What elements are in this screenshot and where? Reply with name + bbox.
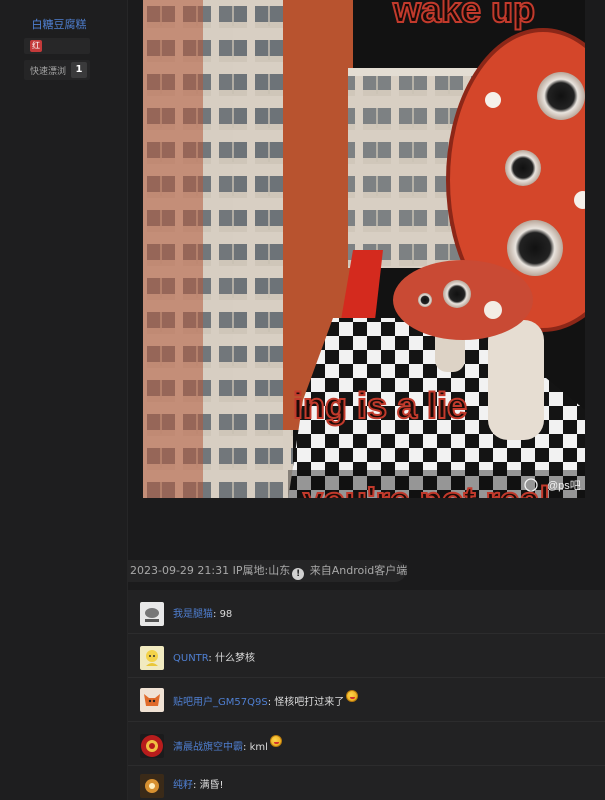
avatar[interactable] [140,734,164,758]
comment-username[interactable]: 清晨战旗空中霸 [173,742,243,753]
post-main: wake up ing is a lie you're not real @ps… [128,0,605,800]
comment-username[interactable]: 纯籽 [173,780,193,791]
post-client: 来自Android客户端 [309,564,408,577]
info-icon[interactable]: ! [292,568,305,580]
avatar[interactable] [140,774,164,798]
image-text-bottom: you're not real [303,479,550,498]
avatar[interactable] [140,688,164,712]
comment-text: 怪核吧打过来了 [274,697,345,708]
author-username[interactable]: 白糖豆腐糕 [0,16,118,32]
comment-username[interactable]: 我是腿猫 [173,609,213,620]
comment-username[interactable]: 贴吧用户_GM57Q9S [173,697,268,708]
author-badge[interactable]: 红 [24,38,90,54]
comment-list: 我是腿猫: 98 QUNTR: 什么梦核 贴吧用户_GM57Q9S: 怪核吧打过… [128,590,605,800]
author-sidebar: 白糖豆腐糕 红 快速漂浏 1 [0,0,128,800]
comment-text: 满昏! [199,780,224,791]
level-number: 1 [71,62,87,78]
image-watermark: @ps吧 [547,480,581,492]
dreamcore-collage-image: wake up ing is a lie you're not real @ps… [143,0,585,498]
comment-item: 我是腿猫: 98 [128,590,605,634]
avatar[interactable] [140,646,164,670]
comment-item: 纯籽: 满昏! [128,766,605,800]
post-image[interactable]: wake up ing is a lie you're not real @ps… [143,0,585,498]
post-datetime: 2023-09-29 21:31 [130,564,230,577]
image-text-top: wake up [392,0,535,30]
avatar[interactable] [140,602,164,626]
post-ip-location: IP属地:山东 [232,564,291,577]
comment-item: 贴吧用户_GM57Q9S: 怪核吧打过来了 [128,678,605,722]
image-text-mid: ing is a lie [293,385,467,426]
badge-icon: 红 [30,40,42,52]
smile-emoji-icon [269,735,282,747]
comment-text: 98 [219,609,233,620]
comment-item: 清晨战旗空中霸: kml [128,722,605,766]
level-name: 快速漂浏 [30,67,67,77]
comment-username[interactable]: QUNTR [173,653,208,664]
author-level[interactable]: 快速漂浏 1 [24,60,90,80]
comment-item: QUNTR: 什么梦核 [128,634,605,678]
post-meta: 2023-09-29 21:31 IP属地:山东! 来自Android客户端 [128,560,408,582]
comment-text: 什么梦核 [214,653,255,664]
comment-text: kml [249,742,268,753]
smile-emoji-icon [346,690,359,702]
